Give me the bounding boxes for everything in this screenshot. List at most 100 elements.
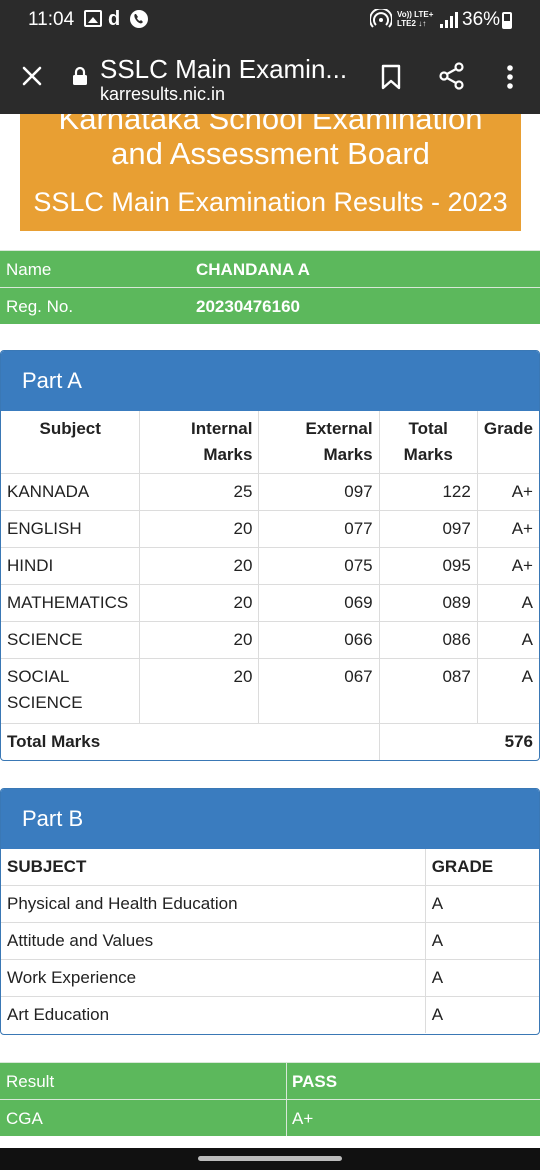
part-a-header-row: Subject Internal Marks External Marks To… [1, 411, 539, 474]
external-cell: 066 [258, 621, 380, 659]
header-subject: SUBJECT [1, 849, 426, 886]
battery-percent: 36% [462, 9, 501, 30]
cga-value: A+ [292, 1109, 314, 1128]
reg-label: Reg. No. [6, 297, 74, 316]
external-cell: 075 [258, 547, 380, 585]
header-subject: Subject [1, 411, 141, 474]
subject-cell: HINDI [1, 547, 141, 585]
subject-cell: KANNADA [1, 473, 141, 511]
table-row: MATHEMATICS 20 069 089 A [1, 584, 539, 622]
grade-cell: A [477, 658, 539, 724]
total-cell: 087 [379, 658, 478, 724]
result-section: Result PASS CGA A+ [0, 1062, 540, 1136]
name-label: Name [6, 260, 52, 279]
external-cell: 077 [258, 510, 380, 548]
bookmark-icon[interactable] [380, 64, 402, 90]
total-cell: 086 [379, 621, 478, 659]
part-b-header-row: SUBJECT GRADE [1, 849, 539, 886]
subject-cell: ENGLISH [1, 510, 141, 548]
signal-icon [440, 12, 458, 28]
reg-value: 20230476160 [196, 297, 301, 316]
table-row: Attitude and Values A [1, 922, 539, 960]
board-name-line2: and Assessment Board [111, 136, 430, 171]
share-icon[interactable] [438, 62, 466, 90]
grade-cell: A [425, 959, 539, 997]
name-row: Name CHANDANA A [0, 250, 540, 287]
subject-cell: SOCIAL SCIENCE [1, 658, 141, 724]
internal-cell: 20 [139, 584, 260, 622]
subject-cell: Attitude and Values [1, 922, 426, 960]
page-url[interactable]: karresults.nic.in [100, 84, 225, 105]
results-title: SSLC Main Examination Results - 2023 [33, 187, 508, 217]
grade-cell: A+ [477, 510, 539, 548]
part-a-panel: Part A Subject Internal Marks External M… [0, 350, 540, 761]
reg-row: Reg. No. 20230476160 [0, 287, 540, 324]
result-row: Result PASS [0, 1062, 540, 1099]
header-banner: Karnataka School Examination and Assessm… [20, 114, 521, 231]
internal-cell: 20 [139, 621, 260, 659]
header-external-marks: External Marks [258, 411, 380, 474]
total-cell: 095 [379, 547, 478, 585]
grade-cell: A [431, 1005, 444, 1024]
internal-cell: 25 [139, 473, 260, 511]
call-icon [130, 10, 148, 28]
subject-cell: MATHEMATICS [1, 584, 141, 622]
part-a-table: Subject Internal Marks External Marks To… [1, 411, 539, 760]
external-cell: 069 [258, 584, 380, 622]
status-bar: 11:04 d Vo)) LTE+ LTE2 ↓↑ 36% [0, 0, 540, 42]
total-marks-value: 576 [379, 723, 539, 760]
name-value: CHANDANA A [196, 260, 310, 279]
volte-line2: LTE2 ↓↑ [397, 19, 427, 28]
internal-cell: 20 [139, 547, 260, 585]
internal-cell: 20 [139, 510, 260, 548]
header-internal-marks: Internal Marks [139, 411, 260, 474]
table-row: SOCIAL SCIENCE 20 067 087 A [1, 658, 539, 724]
volte-indicator: Vo)) LTE+ LTE2 ↓↑ [397, 10, 433, 28]
external-cell: 067 [258, 658, 380, 724]
subject-cell: Work Experience [1, 959, 426, 997]
subject-cell: Art Education [1, 996, 426, 1033]
table-row: Art Education A [1, 996, 539, 1033]
table-row: Physical and Health Education A [1, 885, 539, 923]
grade-cell: A [425, 885, 539, 923]
total-cell: 089 [379, 584, 478, 622]
close-icon[interactable] [20, 64, 44, 88]
grade-cell: A+ [477, 473, 539, 511]
battery-icon [502, 12, 512, 29]
subject-cell: Physical and Health Education [1, 885, 426, 923]
result-label: Result [6, 1072, 55, 1091]
table-row: SCIENCE 20 066 086 A [1, 621, 539, 659]
table-row: HINDI 20 075 095 A+ [1, 547, 539, 585]
header-total-marks: Total Marks [379, 411, 478, 474]
grade-cell: A [425, 922, 539, 960]
total-marks-row: Total Marks 576 [1, 723, 539, 760]
more-options-icon[interactable] [500, 62, 520, 92]
navigation-bar [0, 1148, 540, 1170]
part-b-panel: Part B SUBJECT GRADE Physical and Health… [0, 788, 540, 1035]
result-value: PASS [292, 1072, 338, 1091]
header-grade: Grade [477, 411, 539, 474]
app-d-icon: d [108, 8, 121, 30]
header-grade: GRADE [425, 849, 539, 886]
part-a-heading: Part A [1, 351, 539, 411]
lock-icon [72, 66, 88, 86]
table-row: KANNADA 25 097 122 A+ [1, 473, 539, 511]
total-cell: 097 [379, 510, 478, 548]
page-title: SSLC Main Examin... [100, 54, 348, 84]
grade-cell: A+ [477, 547, 539, 585]
hotspot-icon [369, 7, 393, 34]
external-cell: 097 [258, 473, 380, 511]
part-b-heading: Part B [1, 789, 539, 849]
browser-toolbar: SSLC Main Examin... karresults.nic.in [0, 42, 540, 114]
subject-cell: SCIENCE [1, 621, 141, 659]
volte-line1: Vo)) LTE+ [397, 10, 434, 19]
cga-label: CGA [6, 1109, 43, 1128]
home-gesture-handle[interactable] [198, 1156, 342, 1161]
gallery-icon [84, 10, 102, 27]
student-info: Name CHANDANA A Reg. No. 20230476160 [0, 250, 540, 324]
status-time: 11:04 [28, 9, 75, 30]
board-name-line1: Karnataka School Examination [58, 114, 483, 136]
part-b-table: SUBJECT GRADE Physical and Health Educat… [1, 849, 539, 1033]
table-row: ENGLISH 20 077 097 A+ [1, 510, 539, 548]
total-cell: 122 [379, 473, 478, 511]
